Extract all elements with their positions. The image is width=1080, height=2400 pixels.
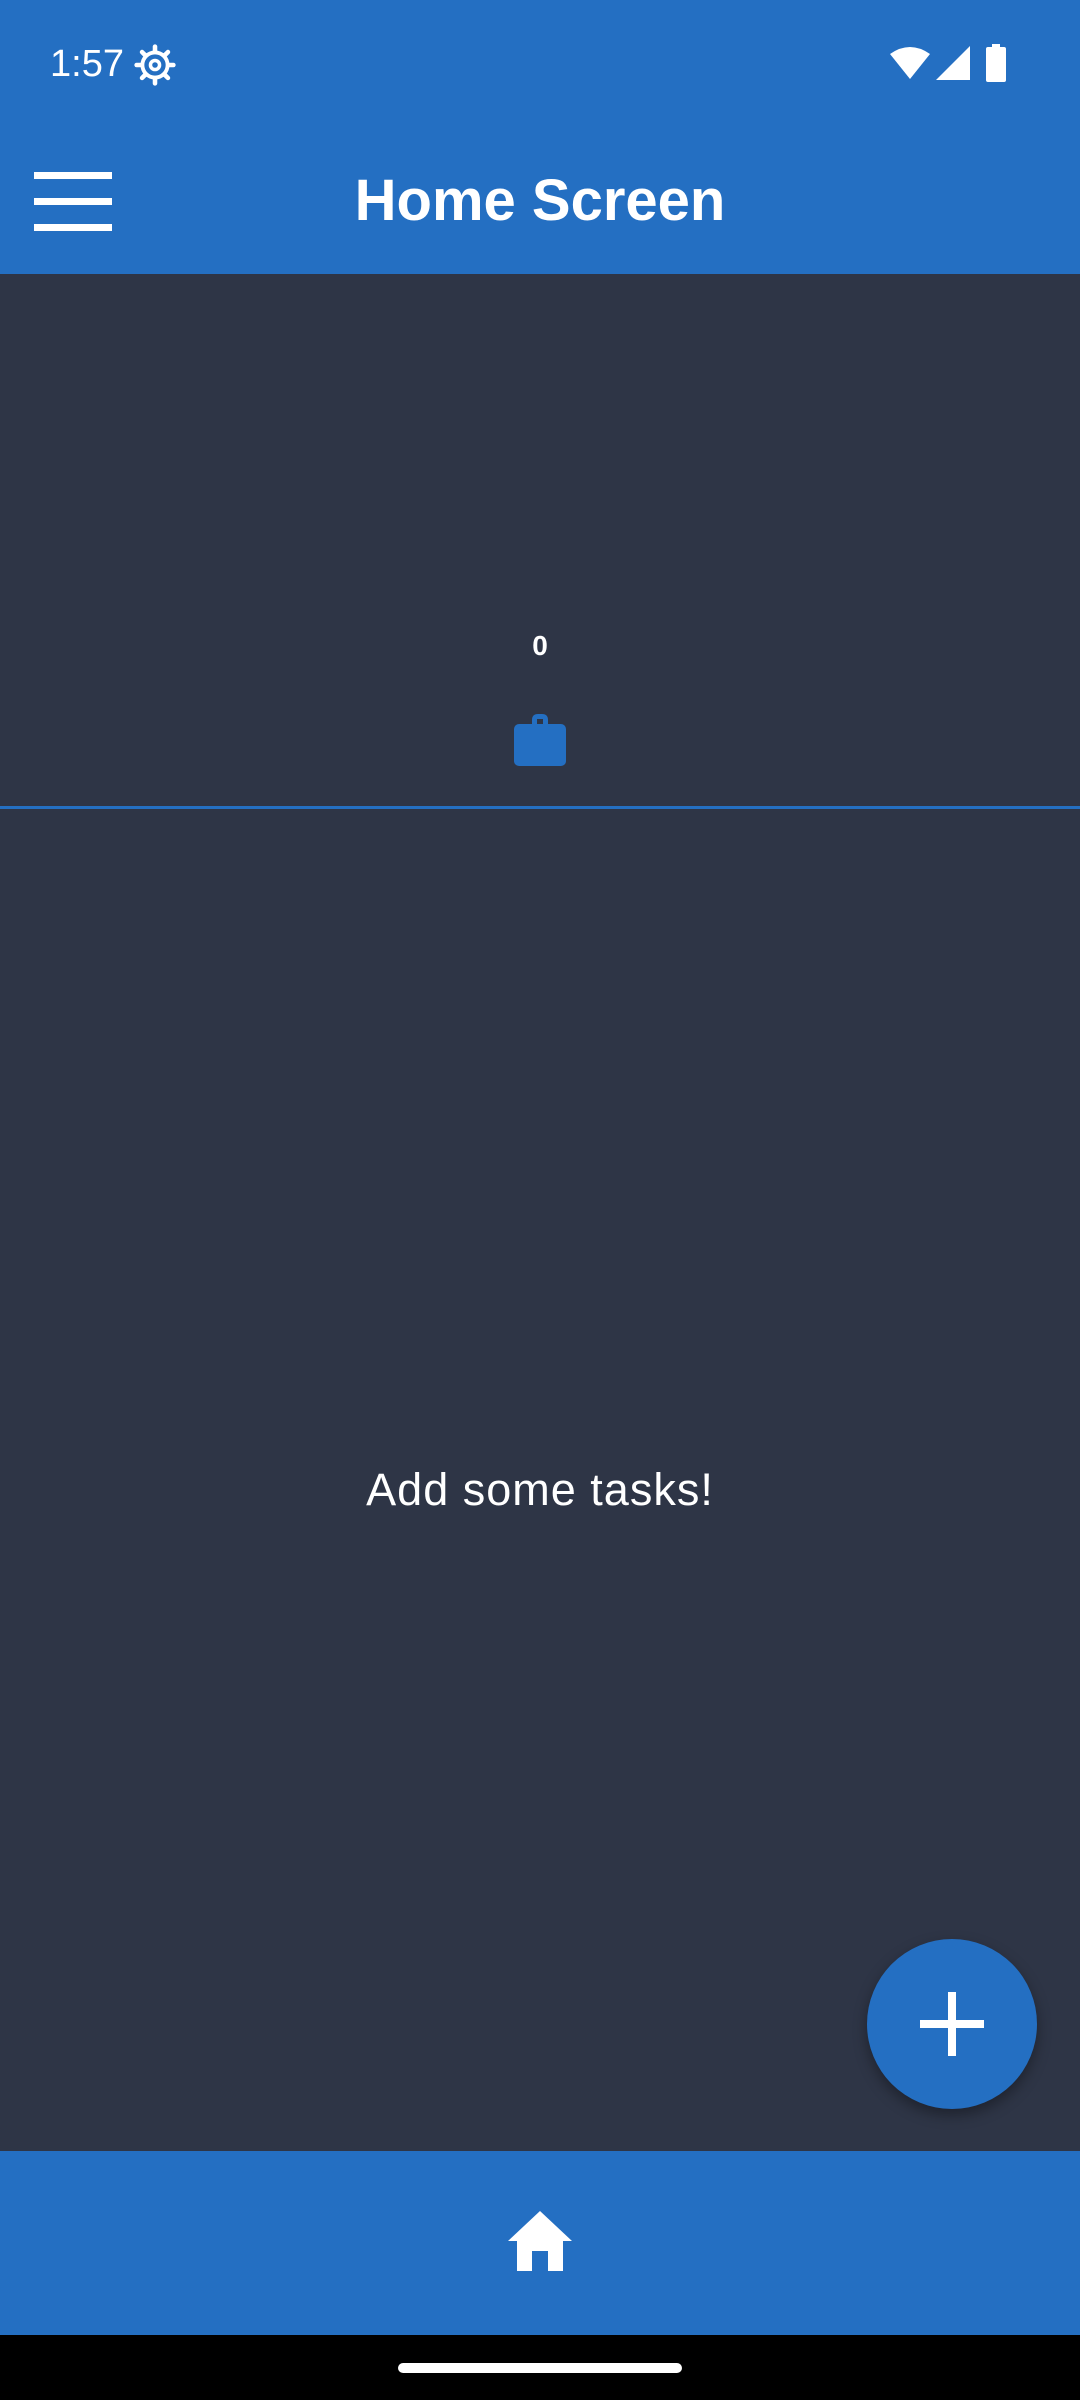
gesture-handle[interactable]: [398, 2363, 682, 2373]
briefcase-icon[interactable]: [510, 710, 570, 770]
gear-icon: [134, 44, 176, 86]
add-task-button[interactable]: [867, 1939, 1037, 2109]
hamburger-menu-icon-line-1: [34, 172, 112, 179]
system-gesture-area: [0, 2335, 1080, 2400]
status-time: 1:57: [50, 43, 124, 85]
page-title: Home Screen: [354, 168, 726, 233]
bottom-navigation: [0, 2151, 1080, 2335]
menu-button[interactable]: [22, 158, 124, 244]
app-bar: Home Screen: [0, 128, 1080, 274]
signal-icon: [936, 46, 970, 80]
task-count: 0: [532, 630, 548, 661]
wifi-icon: [890, 47, 930, 79]
hamburger-menu-icon-line-2: [34, 198, 112, 205]
panel-divider: [0, 806, 1080, 809]
hamburger-menu-icon-line-3: [34, 224, 112, 231]
plus-icon: [920, 1992, 984, 2056]
battery-icon: [986, 44, 1006, 82]
nav-home-button[interactable]: [490, 2203, 590, 2283]
status-bar: 1:57: [0, 0, 1080, 128]
empty-tasks-message: Add some tasks!: [366, 1464, 714, 1515]
home-icon: [508, 2211, 572, 2271]
